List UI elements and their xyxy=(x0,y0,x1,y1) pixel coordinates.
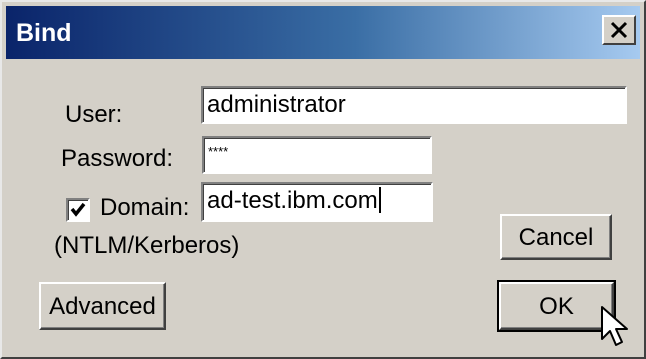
mouse-pointer-icon xyxy=(601,306,628,346)
password-field-value: **** xyxy=(208,144,229,159)
close-icon xyxy=(610,21,628,39)
domain-label: Domain: xyxy=(100,194,190,221)
advanced-button[interactable]: Advanced xyxy=(39,282,166,330)
domain-checkbox[interactable] xyxy=(66,198,90,222)
ok-button-label: OK xyxy=(539,293,574,320)
ok-button[interactable]: OK xyxy=(497,280,616,332)
cancel-button-label: Cancel xyxy=(518,224,594,251)
advanced-button-label: Advanced xyxy=(49,293,156,320)
password-label: Password: xyxy=(61,145,174,172)
domain-field-value: ad-test.ibm.com xyxy=(207,187,378,214)
title-bar[interactable]: Bind xyxy=(6,6,640,59)
domain-auth-note: (NTLM/Kerberos) xyxy=(54,232,240,259)
window-title: Bind xyxy=(16,19,72,47)
domain-field[interactable]: ad-test.ibm.com xyxy=(201,182,433,222)
cancel-button[interactable]: Cancel xyxy=(500,214,612,260)
user-field-value: administrator xyxy=(207,91,346,118)
bind-dialog: Bind User: administrator Password: **** … xyxy=(0,0,646,359)
password-field[interactable]: **** xyxy=(202,136,432,174)
user-label: User: xyxy=(65,101,123,128)
user-field[interactable]: administrator xyxy=(201,86,627,124)
close-button[interactable] xyxy=(602,15,636,45)
checkmark-icon xyxy=(70,202,86,217)
text-caret xyxy=(378,187,381,213)
